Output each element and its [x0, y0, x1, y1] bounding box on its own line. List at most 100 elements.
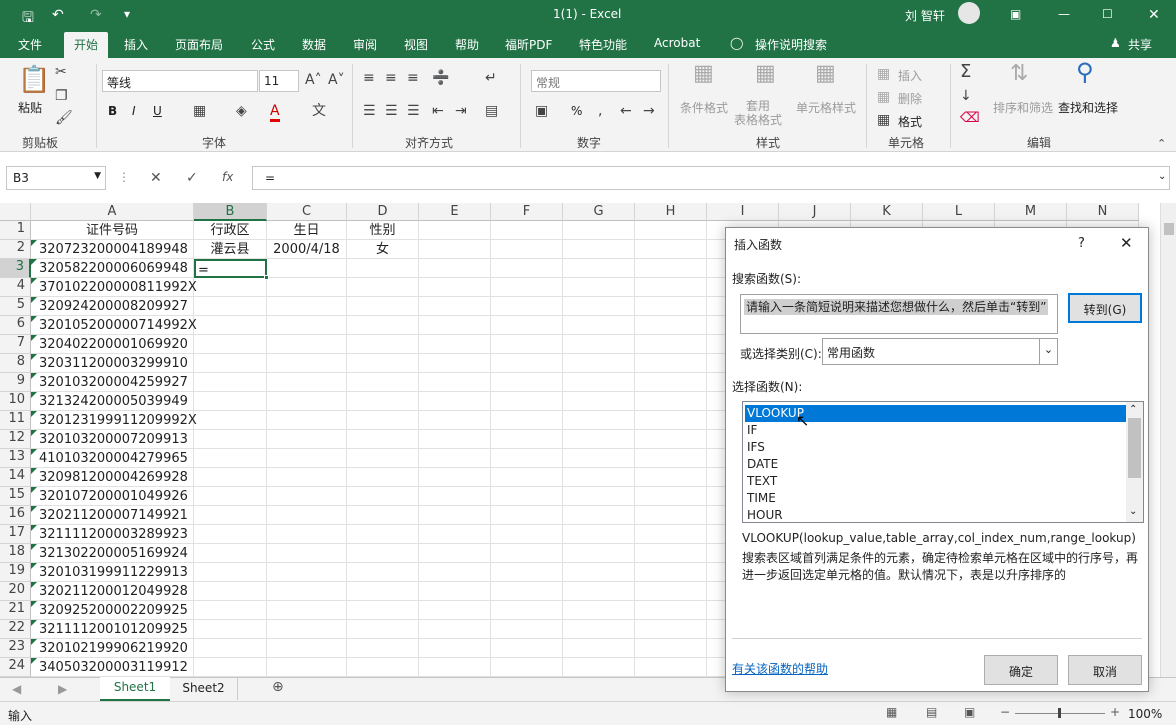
list-item[interactable]: TIME: [745, 490, 1127, 507]
paste-icon[interactable]: 📋: [18, 66, 50, 94]
cell-c21[interactable]: [267, 601, 347, 620]
cell-g24[interactable]: [563, 658, 635, 677]
cell-f12[interactable]: [491, 430, 563, 449]
cell-h21[interactable]: [635, 601, 707, 620]
cell-a4[interactable]: 370102200000811992X: [31, 278, 197, 297]
cell-c2[interactable]: 2000/4/18: [267, 240, 347, 259]
cell-g8[interactable]: [563, 354, 635, 373]
ok-button[interactable]: 确定: [984, 655, 1058, 685]
cell-e18[interactable]: [419, 544, 491, 563]
category-select[interactable]: 常用函数 ⌄: [822, 338, 1058, 365]
increase-decimal-icon[interactable]: ←: [620, 103, 632, 119]
vertical-scrollbar[interactable]: [1160, 203, 1176, 677]
find-select-button[interactable]: 查找和选择: [1058, 99, 1118, 116]
cut-icon[interactable]: ✂: [55, 64, 67, 80]
row-header[interactable]: 22: [0, 620, 31, 639]
cell-d19[interactable]: [347, 563, 419, 582]
column-header-n[interactable]: N: [1067, 203, 1139, 221]
cell-d11[interactable]: [347, 411, 419, 430]
cell-d14[interactable]: [347, 468, 419, 487]
cell-a8[interactable]: 320311200003299910: [31, 354, 194, 373]
cell-f4[interactable]: [491, 278, 563, 297]
row-header[interactable]: 19: [0, 563, 31, 582]
cell-d12[interactable]: [347, 430, 419, 449]
cell-f15[interactable]: [491, 487, 563, 506]
cell-f10[interactable]: [491, 392, 563, 411]
cell-f14[interactable]: [491, 468, 563, 487]
cell-a9[interactable]: 320103200004259927: [31, 373, 194, 392]
cell-b13[interactable]: [194, 449, 267, 468]
format-painter-icon[interactable]: 🖌: [55, 110, 73, 126]
tab-acrobat[interactable]: Acrobat: [654, 36, 700, 50]
cell-d23[interactable]: [347, 639, 419, 658]
cell-g14[interactable]: [563, 468, 635, 487]
decrease-indent-icon[interactable]: ⇤: [432, 103, 444, 119]
row-header[interactable]: 21: [0, 601, 31, 620]
number-format-select[interactable]: 常规: [531, 70, 661, 92]
delete-cells-button[interactable]: 删除: [898, 90, 922, 107]
cell-f5[interactable]: [491, 297, 563, 316]
cell-e15[interactable]: [419, 487, 491, 506]
increase-indent-icon[interactable]: ⇥: [455, 103, 467, 119]
align-bottom-icon[interactable]: ≡: [407, 70, 419, 86]
cell-e10[interactable]: [419, 392, 491, 411]
cell-f7[interactable]: [491, 335, 563, 354]
bold-button[interactable]: B: [108, 104, 117, 118]
cell-b4[interactable]: [194, 278, 267, 297]
go-button[interactable]: 转到(G): [1068, 293, 1142, 323]
cell-h19[interactable]: [635, 563, 707, 582]
row-header[interactable]: 12: [0, 430, 31, 449]
select-all-corner[interactable]: [0, 203, 31, 221]
cell-c13[interactable]: [267, 449, 347, 468]
column-header-b[interactable]: B: [194, 203, 267, 221]
cell-c19[interactable]: [267, 563, 347, 582]
cell-g19[interactable]: [563, 563, 635, 582]
redo-icon[interactable]: ↷: [90, 7, 102, 23]
cancel-entry-icon[interactable]: ✕: [150, 170, 162, 186]
cell-c14[interactable]: [267, 468, 347, 487]
cell-f8[interactable]: [491, 354, 563, 373]
cell-b19[interactable]: [194, 563, 267, 582]
row-header[interactable]: 15: [0, 487, 31, 506]
row-header[interactable]: 23: [0, 639, 31, 658]
scrollbar-thumb[interactable]: [1128, 418, 1141, 478]
cell-e8[interactable]: [419, 354, 491, 373]
column-header-c[interactable]: C: [267, 203, 347, 221]
cell-a1[interactable]: 证件号码: [31, 221, 194, 240]
insert-cells-button[interactable]: 插入: [898, 67, 922, 84]
column-header-i[interactable]: I: [707, 203, 779, 221]
cell-d24[interactable]: [347, 658, 419, 677]
comma-icon[interactable]: ,: [598, 103, 602, 119]
fill-color-icon[interactable]: ◈: [236, 103, 247, 119]
cell-d15[interactable]: [347, 487, 419, 506]
cell-c9[interactable]: [267, 373, 347, 392]
cell-h4[interactable]: [635, 278, 707, 297]
next-sheet-icon[interactable]: ▶: [58, 682, 67, 696]
cell-h23[interactable]: [635, 639, 707, 658]
cell-c12[interactable]: [267, 430, 347, 449]
cell-h18[interactable]: [635, 544, 707, 563]
fill-icon[interactable]: ↓: [960, 88, 972, 104]
insert-function-icon[interactable]: fx: [222, 170, 233, 184]
row-header[interactable]: 13: [0, 449, 31, 468]
cell-e21[interactable]: [419, 601, 491, 620]
orientation-icon[interactable]: ➗: [432, 70, 449, 86]
cell-a12[interactable]: 320103200007209913: [31, 430, 194, 449]
format-cells-button[interactable]: 格式: [898, 113, 922, 130]
save-icon[interactable]: 🖫: [22, 7, 34, 31]
tab-insert[interactable]: 插入: [124, 36, 148, 53]
align-center-icon[interactable]: ☰: [385, 103, 398, 119]
undo-icon[interactable]: ↶: [52, 7, 64, 23]
cell-a14[interactable]: 320981200004269928: [31, 468, 194, 487]
cell-g5[interactable]: [563, 297, 635, 316]
cell-g13[interactable]: [563, 449, 635, 468]
cell-h11[interactable]: [635, 411, 707, 430]
cell-g15[interactable]: [563, 487, 635, 506]
cell-f1[interactable]: [491, 221, 563, 240]
cell-a17[interactable]: 321111200003289923: [31, 525, 194, 544]
cell-c17[interactable]: [267, 525, 347, 544]
cell-c10[interactable]: [267, 392, 347, 411]
cell-g7[interactable]: [563, 335, 635, 354]
maximize-icon[interactable]: ☐: [1102, 7, 1113, 21]
zoom-slider-thumb[interactable]: [1058, 708, 1061, 718]
